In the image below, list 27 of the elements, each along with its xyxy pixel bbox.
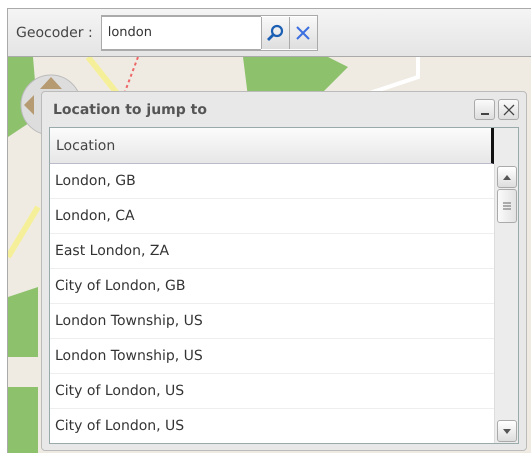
caret-down-icon	[502, 428, 510, 434]
scroll-down-button[interactable]	[496, 420, 516, 442]
search-button[interactable]	[260, 16, 289, 48]
grip-icon	[502, 202, 510, 210]
location-row[interactable]: London, GB	[50, 164, 494, 199]
location-row[interactable]: East London, ZA	[50, 234, 494, 269]
scroll-thumb[interactable]	[496, 189, 516, 223]
geocoder-label: Geocoder :	[16, 24, 93, 40]
dialog-title: Location to jump to	[53, 102, 207, 118]
close-button[interactable]	[498, 99, 519, 120]
scroll-up-button[interactable]	[496, 166, 516, 188]
location-row[interactable]: City of London, GB	[50, 269, 494, 304]
location-row[interactable]: London, CA	[50, 199, 494, 234]
scrollbar[interactable]	[494, 164, 518, 443]
caret-up-icon	[502, 174, 510, 180]
close-icon	[502, 104, 514, 116]
header-corner	[494, 128, 518, 164]
minimize-button[interactable]	[474, 99, 495, 120]
geocoder-search-field[interactable]: london	[100, 16, 261, 50]
location-row[interactable]: London Township, US	[50, 339, 494, 374]
location-row[interactable]: City of London, US	[50, 374, 494, 409]
minimize-icon	[480, 112, 488, 114]
search-icon	[266, 24, 284, 42]
close-icon	[296, 26, 310, 40]
clear-button[interactable]	[288, 16, 317, 48]
column-header[interactable]: Location	[50, 128, 494, 164]
location-row[interactable]: London Township, US	[50, 304, 494, 339]
